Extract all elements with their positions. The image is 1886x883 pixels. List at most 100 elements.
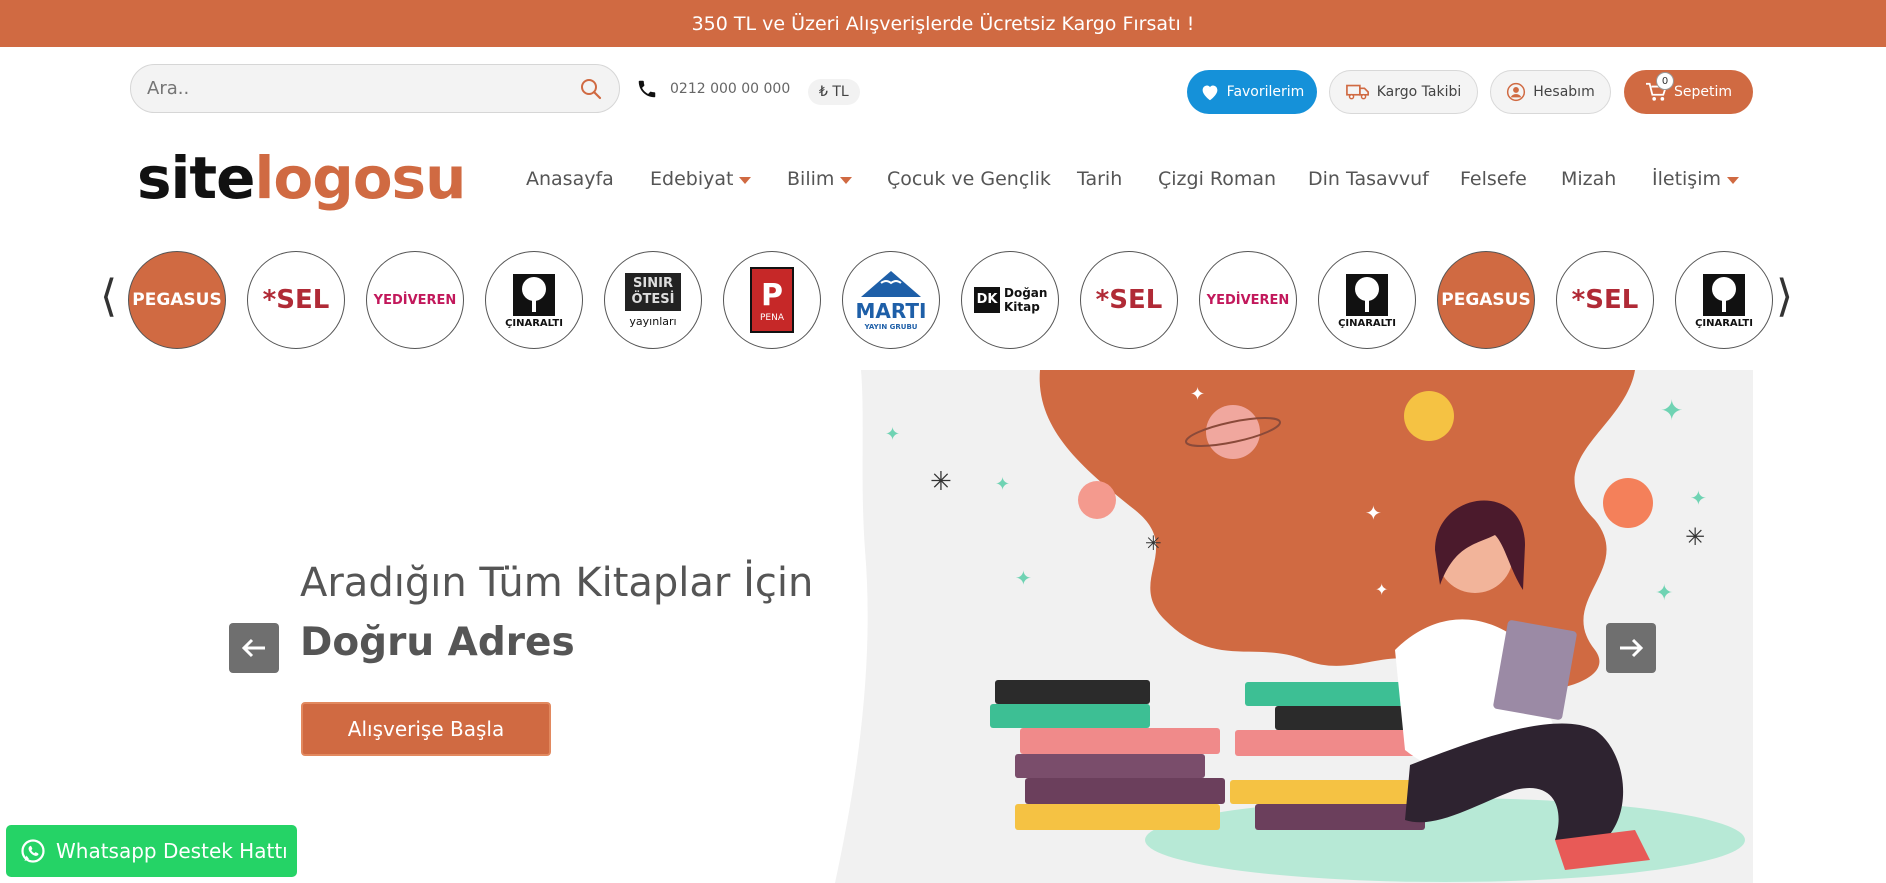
currency-selector[interactable]: ₺ TL bbox=[808, 79, 860, 105]
brand-name: *SEL bbox=[1095, 285, 1163, 315]
logo-part-site: site bbox=[137, 144, 255, 212]
phone-contact[interactable]: 0212 000 00 000 bbox=[636, 78, 790, 100]
nav-label: Bilim bbox=[787, 168, 835, 190]
whatsapp-label: Whatsapp Destek Hattı bbox=[56, 839, 288, 863]
logo-part-logosu: logosu bbox=[254, 144, 466, 212]
nav-item-din-tasavvuf[interactable]: Din Tasavvuf bbox=[1308, 168, 1429, 190]
caret-down-icon bbox=[1727, 176, 1739, 184]
sparkle-icon: ✳ bbox=[1685, 523, 1705, 551]
brand-item[interactable]: P PENA bbox=[723, 251, 821, 349]
hero-subheadline: Doğru Adres bbox=[300, 620, 575, 665]
cart-label: Sepetim bbox=[1673, 84, 1733, 100]
brand-name: *SEL bbox=[1571, 285, 1639, 315]
truck-icon bbox=[1345, 84, 1369, 100]
star-icon: ✦ bbox=[1015, 566, 1032, 590]
nav-label: Çocuk ve Gençlik bbox=[887, 168, 1051, 190]
brand-name: P bbox=[761, 277, 783, 313]
nav-label: Çizgi Roman bbox=[1158, 168, 1277, 190]
hero-headline: Aradığın Tüm Kitaplar İçin bbox=[300, 560, 814, 606]
site-logo[interactable]: sitelogosu bbox=[137, 143, 466, 213]
brand-item[interactable]: *SEL bbox=[1556, 251, 1654, 349]
star-icon: ✦ bbox=[1375, 580, 1388, 599]
favorites-label: Favorilerim bbox=[1226, 84, 1305, 100]
cargo-tracking-label: Kargo Takibi bbox=[1376, 84, 1462, 100]
brand-carousel: ⟨ PEGASUS *SEL YEDİVEREN ÇINARALTI SINIR… bbox=[0, 248, 1886, 350]
arrow-right-icon bbox=[1620, 638, 1644, 658]
brand-name: PEGASUS bbox=[132, 290, 222, 310]
brand-name: ÇINARALTI bbox=[1695, 317, 1753, 329]
nav-label: Mizah bbox=[1561, 168, 1617, 190]
promo-bar: 350 TL ve Üzeri Alışverişlerde Ücretsiz … bbox=[0, 0, 1886, 47]
chevron-right-icon[interactable]: ⟩ bbox=[1776, 275, 1793, 319]
star-icon: ✦ bbox=[1655, 581, 1673, 606]
star-icon: ✦ bbox=[1660, 394, 1683, 427]
search-icon[interactable] bbox=[579, 77, 603, 101]
brand-item[interactable]: YEDİVEREN bbox=[1199, 251, 1297, 349]
start-shopping-button[interactable]: Alışverişe Başla bbox=[301, 702, 551, 756]
star-icon: ✦ bbox=[1690, 486, 1707, 510]
star-icon: ✦ bbox=[1190, 384, 1205, 405]
mountain-icon bbox=[861, 271, 921, 297]
nav-item-mizah[interactable]: Mizah bbox=[1561, 168, 1616, 190]
search-input[interactable] bbox=[147, 78, 579, 99]
chevron-left-icon[interactable]: ⟨ bbox=[100, 275, 117, 319]
brand-name: ÇINARALTI bbox=[1338, 317, 1396, 329]
brand-item[interactable]: *SEL bbox=[247, 251, 345, 349]
cargo-tracking-button[interactable]: Kargo Takibi bbox=[1329, 70, 1478, 114]
cart-button[interactable]: 0 Sepetim bbox=[1624, 70, 1753, 114]
favorites-button[interactable]: Favorilerim bbox=[1187, 70, 1317, 114]
brand-name: YEDİVEREN bbox=[373, 292, 457, 308]
caret-down-icon bbox=[739, 176, 752, 184]
brand-item[interactable]: SINIR ÖTESİ yayınları bbox=[604, 251, 702, 349]
promo-text: 350 TL ve Üzeri Alışverişlerde Ücretsiz … bbox=[691, 12, 1195, 35]
whatsapp-support-button[interactable]: Whatsapp Destek Hattı bbox=[6, 825, 297, 877]
nav-item-iletisim[interactable]: İletişim bbox=[1652, 168, 1739, 190]
search-box[interactable] bbox=[130, 64, 620, 113]
slider-next-button[interactable] bbox=[1606, 623, 1656, 673]
heart-icon bbox=[1202, 85, 1218, 101]
nav-item-cocuk-ve-genclik[interactable]: Çocuk ve Gençlik bbox=[887, 168, 1051, 190]
nav-label: Din Tasavvuf bbox=[1308, 168, 1429, 190]
brand-item[interactable]: PEGASUS bbox=[128, 251, 226, 349]
brand-name: YEDİVEREN bbox=[1206, 292, 1290, 308]
sparkle-icon: ✳ bbox=[930, 467, 952, 497]
account-button[interactable]: Hesabım bbox=[1490, 70, 1611, 114]
nav-label: Edebiyat bbox=[650, 168, 734, 190]
arrow-left-icon bbox=[241, 638, 265, 658]
whatsapp-icon bbox=[21, 839, 45, 863]
brand-subtitle: PENA bbox=[759, 312, 784, 323]
phone-icon bbox=[638, 80, 656, 98]
brand-name: SINIR ÖTESİ bbox=[625, 272, 681, 311]
nav-item-anasayfa[interactable]: Anasayfa bbox=[526, 168, 614, 190]
brand-badge: P PENA bbox=[750, 267, 794, 333]
slider-prev-button[interactable] bbox=[229, 623, 279, 673]
nav-item-tarih[interactable]: Tarih bbox=[1077, 168, 1122, 190]
phone-number: 0212 000 00 000 bbox=[670, 81, 791, 97]
brand-item[interactable]: YEDİVEREN bbox=[366, 251, 464, 349]
nav-label: Tarih bbox=[1077, 168, 1123, 190]
nav-item-cizgi-roman[interactable]: Çizgi Roman bbox=[1158, 168, 1276, 190]
nav-item-bilim[interactable]: Bilim bbox=[787, 168, 853, 190]
nav-item-felsefe[interactable]: Felsefe bbox=[1460, 168, 1527, 190]
currency-label: ₺ TL bbox=[819, 84, 849, 100]
nav-item-edebiyat[interactable]: Edebiyat bbox=[650, 168, 752, 190]
caret-down-icon bbox=[840, 176, 853, 184]
brand-name: PEGASUS bbox=[1441, 290, 1531, 310]
tree-icon bbox=[1346, 273, 1388, 316]
sparkle-icon: ✳ bbox=[1145, 531, 1162, 555]
star-icon: ✦ bbox=[885, 424, 900, 445]
brand-item[interactable]: ÇINARALTI bbox=[1318, 251, 1416, 349]
brand-item[interactable]: ÇINARALTI bbox=[1675, 251, 1773, 349]
nav-label: İletişim bbox=[1652, 168, 1721, 190]
tree-icon bbox=[1703, 273, 1745, 316]
brand-name: *SEL bbox=[262, 285, 330, 315]
user-icon bbox=[1507, 82, 1526, 102]
star-icon: ✦ bbox=[995, 474, 1010, 495]
brand-item[interactable]: PEGASUS bbox=[1437, 251, 1535, 349]
brand-item[interactable]: ÇINARALTI bbox=[485, 251, 583, 349]
star-icon: ✦ bbox=[1365, 501, 1382, 525]
cart-count-badge: 0 bbox=[1656, 72, 1674, 90]
brand-item[interactable]: DK Doğan Kitap bbox=[961, 251, 1059, 349]
brand-item[interactable]: MARTI YAYIN GRUBU bbox=[842, 251, 940, 349]
brand-item[interactable]: *SEL bbox=[1080, 251, 1178, 349]
